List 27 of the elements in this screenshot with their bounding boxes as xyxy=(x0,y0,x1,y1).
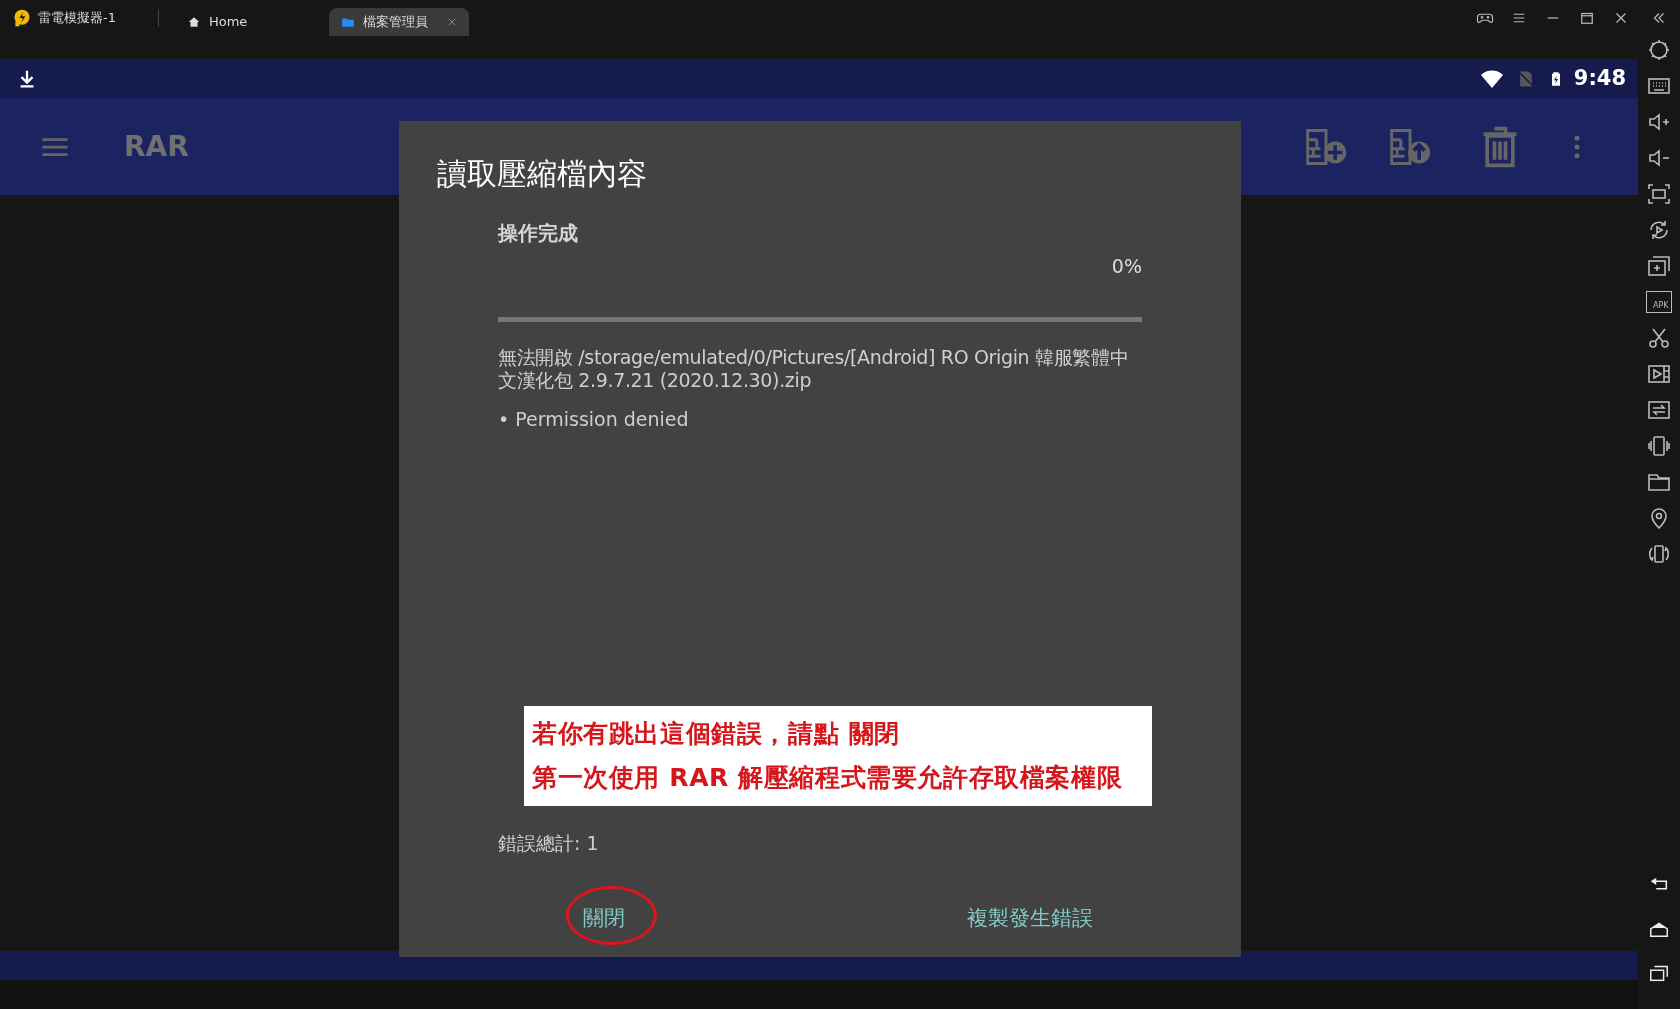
settings-icon[interactable] xyxy=(1647,38,1671,62)
error-message: 無法開啟 /storage/emulated/0/Pictures/[Android] RO Origin 韓服繁體中文漢化包 2.9.7.21 (2020.12.30).zip xyxy=(498,345,1130,393)
apk-install-icon[interactable]: APK xyxy=(1646,291,1672,313)
add-window-icon[interactable] xyxy=(1647,254,1671,278)
dialog-button[interactable]: 關閉 xyxy=(575,899,633,939)
phone-vibrate-icon[interactable] xyxy=(1647,434,1671,458)
tab[interactable]: 檔案管理員 xyxy=(329,8,470,36)
app-logo-icon xyxy=(12,8,32,28)
app-title: RAR xyxy=(124,128,189,165)
scissors-icon[interactable] xyxy=(1647,326,1671,350)
error-total: 錯誤總計: 1 xyxy=(498,831,599,856)
clock-time: 9:48 xyxy=(1573,64,1626,92)
rotate-icon[interactable] xyxy=(1647,542,1671,566)
screenshot-icon[interactable] xyxy=(1647,182,1671,206)
annotation-text: 若你有跳出這個錯誤，請點 關閉 xyxy=(532,718,901,750)
annotation-text: 第一次使用 RAR 解壓縮程式需要允許存取檔案權限 xyxy=(532,762,1124,794)
replay-icon[interactable] xyxy=(1647,218,1671,242)
progress-percent: 0% xyxy=(1110,254,1142,279)
dialog-button[interactable]: 複製發生錯誤 xyxy=(959,899,1101,939)
sync-icon[interactable] xyxy=(1647,398,1671,422)
video-icon[interactable] xyxy=(1647,362,1671,386)
tab[interactable]: Home xyxy=(174,8,260,36)
error-detail: • Permission denied xyxy=(498,407,690,432)
home-icon xyxy=(186,15,201,29)
app-title: 雷電模擬器-1 xyxy=(38,9,116,28)
status-text: 操作完成 xyxy=(498,220,579,247)
dialog-title: 讀取壓縮檔內容 xyxy=(437,155,648,193)
